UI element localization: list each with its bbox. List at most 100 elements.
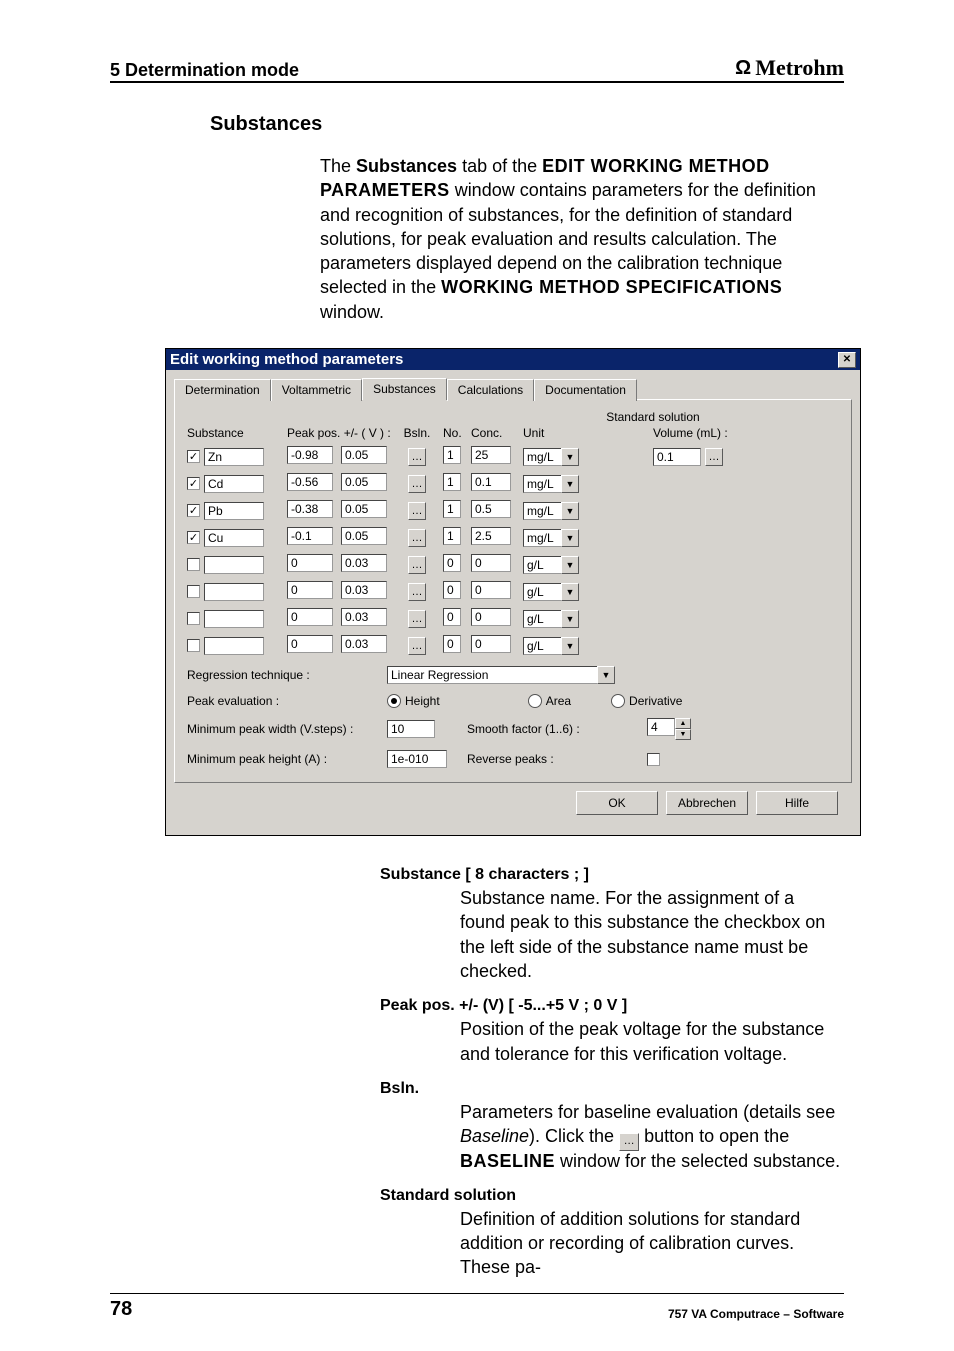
peaktol-input[interactable]: 0.05 [341,446,387,464]
std-conc-input[interactable]: 0.1 [471,473,511,491]
tab-documentation[interactable]: Documentation [534,379,637,401]
std-no-input[interactable]: 0 [443,554,461,572]
peakpos-input[interactable]: 0 [287,608,333,626]
tab-voltammetric[interactable]: Voltammetric [271,379,362,401]
help-button[interactable]: Hilfe [756,791,838,815]
chevron-down-icon[interactable]: ▼ [597,666,615,684]
smooth-stepper[interactable]: 4 ▲▼ [647,718,691,740]
substance-name-input[interactable] [204,637,264,655]
std-no-input[interactable]: 0 [443,581,461,599]
substance-checkbox[interactable] [187,612,200,625]
std-no-input[interactable]: 1 [443,446,461,464]
bsln-button[interactable]: … [408,583,426,601]
peakpos-input[interactable]: 0 [287,554,333,572]
bsln-button[interactable]: … [408,475,426,493]
bsln-button[interactable]: … [408,502,426,520]
chevron-down-icon[interactable]: ▼ [561,583,579,601]
std-no-input[interactable]: 1 [443,473,461,491]
tab-calculations[interactable]: Calculations [447,379,534,401]
std-no-input[interactable]: 0 [443,635,461,653]
substance-checkbox[interactable]: ✓ [187,531,200,544]
std-conc-input[interactable]: 0.5 [471,500,511,518]
substance-name-input[interactable] [204,556,264,574]
chevron-down-icon[interactable]: ▼ [561,529,579,547]
unit-select[interactable]: mg/L▼ [523,529,579,547]
peaktol-input[interactable]: 0.05 [341,527,387,545]
bsln-button[interactable]: … [408,556,426,574]
radio-height[interactable]: Height [387,694,440,708]
peakpos-input[interactable]: -0.38 [287,500,333,518]
volume-more-button[interactable]: … [705,448,723,466]
def-peakpos-title: Peak pos. +/- (V) [ -5...+5 V ; 0 V ] [380,997,844,1015]
substance-name-input[interactable] [204,583,264,601]
std-no-input[interactable]: 1 [443,500,461,518]
radio-area[interactable]: Area [528,694,571,708]
substance-name-input[interactable]: Cd [204,475,264,493]
def-std-title: Standard solution [380,1187,844,1205]
substance-name-input[interactable]: Pb [204,502,264,520]
chevron-down-icon[interactable]: ▼ [561,475,579,493]
std-conc-input[interactable]: 25 [471,446,511,464]
peaktol-input[interactable]: 0.03 [341,608,387,626]
bsln-button[interactable]: … [408,448,426,466]
chevron-up-icon[interactable]: ▲ [675,718,691,729]
close-icon[interactable]: ✕ [838,352,856,368]
unit-select[interactable]: mg/L▼ [523,502,579,520]
peaktol-input[interactable]: 0.03 [341,554,387,572]
peakpos-input[interactable]: 0 [287,635,333,653]
substance-checkbox[interactable]: ✓ [187,504,200,517]
std-no-input[interactable]: 0 [443,608,461,626]
chevron-down-icon[interactable]: ▼ [561,637,579,655]
unit-select[interactable]: mg/L▼ [523,448,579,466]
peaktol-input[interactable]: 0.05 [341,500,387,518]
peaktol-input[interactable]: 0.05 [341,473,387,491]
std-conc-input[interactable]: 2.5 [471,527,511,545]
substance-checkbox[interactable]: ✓ [187,477,200,490]
cancel-button[interactable]: Abbrechen [666,791,748,815]
chevron-down-icon[interactable]: ▼ [561,556,579,574]
unit-select[interactable]: g/L▼ [523,583,579,601]
unit-select[interactable]: g/L▼ [523,637,579,655]
std-conc-input[interactable]: 0 [471,635,511,653]
substance-checkbox[interactable] [187,558,200,571]
bsln-button[interactable]: … [408,637,426,655]
bsln-button[interactable]: … [408,529,426,547]
regression-label: Regression technique : [187,668,387,682]
unit-select[interactable]: g/L▼ [523,556,579,574]
chevron-down-icon[interactable]: ▼ [561,610,579,628]
std-no-input[interactable]: 1 [443,527,461,545]
substance-checkbox[interactable] [187,639,200,652]
substance-name-input[interactable] [204,610,264,628]
tab-substances[interactable]: Substances [362,378,447,400]
substance-name-input[interactable]: Cu [204,529,264,547]
radio-derivative[interactable]: Derivative [611,694,682,708]
substance-checkbox[interactable] [187,585,200,598]
ok-button[interactable]: OK [576,791,658,815]
tab-determination[interactable]: Determination [174,379,271,401]
peakpos-input[interactable]: -0.1 [287,527,333,545]
reverse-checkbox[interactable] [647,753,660,766]
std-conc-input[interactable]: 0 [471,608,511,626]
peakpos-input[interactable]: -0.56 [287,473,333,491]
min-width-label: Minimum peak width (V.steps) : [187,722,387,736]
volume-input[interactable]: 0.1 [653,448,701,466]
substance-name-input[interactable]: Zn [204,448,264,466]
logo-icon: Ω [735,57,749,80]
chevron-down-icon[interactable]: ▼ [561,502,579,520]
chevron-down-icon[interactable]: ▼ [675,729,691,740]
peakpos-input[interactable]: -0.98 [287,446,333,464]
min-width-input[interactable]: 10 [387,720,435,738]
min-height-input[interactable]: 1e-010 [387,750,447,768]
substance-row: ✓ Cu -0.1 0.05 … 1 2.5 mg/L▼ [187,527,839,548]
regression-select[interactable]: Linear Regression ▼ [387,666,615,684]
peakpos-input[interactable]: 0 [287,581,333,599]
std-conc-input[interactable]: 0 [471,581,511,599]
std-conc-input[interactable]: 0 [471,554,511,572]
bsln-button[interactable]: … [408,610,426,628]
substance-checkbox[interactable]: ✓ [187,450,200,463]
unit-select[interactable]: g/L▼ [523,610,579,628]
chevron-down-icon[interactable]: ▼ [561,448,579,466]
unit-select[interactable]: mg/L▼ [523,475,579,493]
peaktol-input[interactable]: 0.03 [341,581,387,599]
peaktol-input[interactable]: 0.03 [341,635,387,653]
